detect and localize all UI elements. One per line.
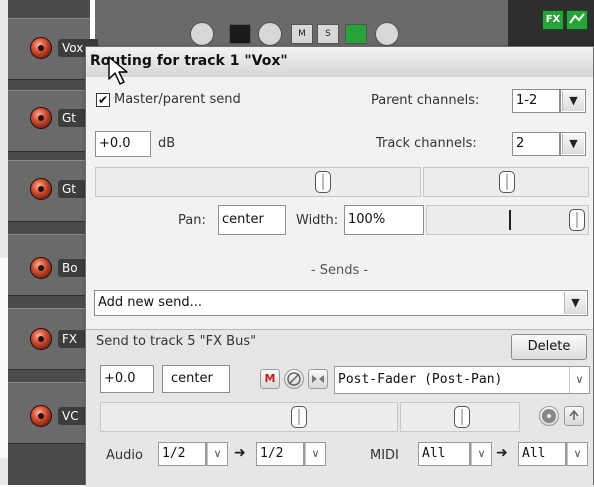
phase-icon[interactable] [284,369,304,389]
mono-icon[interactable] [308,369,328,389]
track-channels-label: Track channels: [376,136,477,151]
send-io-icon[interactable] [564,406,584,426]
delete-send-button[interactable]: Delete [511,334,587,360]
volume-input[interactable]: +0.0 [95,131,151,157]
add-new-send-label: Add new send... [98,295,202,310]
mute-button[interactable]: M [291,24,313,44]
send-mode-value: Post-Fader (Post-Pan) [338,372,503,387]
width-label: Width: [296,213,339,228]
pan-knob[interactable] [258,22,282,46]
arrow-right-icon: ➜ [234,445,246,461]
envelope-icon[interactable] [566,10,588,30]
volume-fader[interactable] [95,167,421,197]
track-row[interactable]: Vox [8,18,98,80]
chevron-down-icon: ∨ [569,367,589,393]
audio-dest-value: 1/2 [260,446,284,461]
chevron-down-icon: ∨ [471,443,491,465]
record-arm-icon[interactable] [30,178,52,200]
window-titlebar[interactable]: Routing for track 1 "Vox" [86,47,593,78]
master-send-label: Master/parent send [114,92,241,107]
width-fader-handle[interactable] [569,209,585,231]
send-volume-input[interactable]: +0.0 [100,365,154,393]
record-arm-icon[interactable] [30,257,52,279]
midi-dest-select[interactable]: All [518,442,566,466]
solo-button[interactable]: S [317,24,339,44]
arrow-right-icon: ➜ [496,445,508,461]
track-row[interactable]: VC [8,382,98,444]
volume-fader-handle[interactable] [315,171,331,193]
send-mode-select[interactable]: Post-Fader (Post-Pan) ∨ [334,366,590,394]
audio-dest-select[interactable]: 1/2 [256,442,304,466]
parent-channels-value: 1-2 [516,93,538,108]
pan-label: Pan: [178,213,206,228]
volume-knob[interactable] [190,22,214,46]
midi-label: MIDI [370,448,399,463]
chevron-down-icon: ∨ [207,443,227,465]
record-arm-icon[interactable] [30,37,52,59]
audio-dest-dropdown[interactable]: ∨ [304,442,326,466]
send-title: Send to track 5 "FX Bus" [96,334,257,349]
chevron-down-icon: ▼ [562,91,584,111]
audio-source-select[interactable]: 1/2 [158,442,206,466]
volume-unit: dB [158,136,176,151]
send-panel: Send to track 5 "FX Bus" Delete +0.0 cen… [86,329,593,487]
parent-channels-select[interactable]: 1-2 [512,89,560,113]
audio-source-dropdown[interactable]: ∨ [206,442,228,466]
width-center-marker [509,210,511,230]
pan-fader-handle[interactable] [499,171,515,193]
sends-separator: - Sends - [310,263,369,278]
audio-label: Audio [106,448,143,463]
send-volume-fader[interactable] [100,402,398,432]
add-new-send-dropdown[interactable]: Add new send... ▼ [94,290,588,316]
width-fader[interactable] [426,205,589,235]
send-mute-button[interactable]: M [260,369,280,389]
record-arm-icon[interactable] [30,328,52,350]
fx-icon[interactable]: FX [542,10,564,30]
parent-channels-dropdown[interactable]: ▼ [560,89,586,113]
record-arm-icon[interactable] [30,405,52,427]
record-arm-icon[interactable] [30,107,52,129]
track-channels-value: 2 [516,136,525,151]
chevron-down-icon: ▼ [564,292,586,314]
master-send-checkbox[interactable]: ✔ [96,93,110,107]
pan-input[interactable]: center [218,205,286,235]
midi-source-dropdown[interactable]: ∨ [470,442,492,466]
track-row[interactable]: Gt [8,160,98,222]
send-pan-input[interactable]: center [162,365,230,393]
track-channels-dropdown[interactable]: ▼ [560,132,586,156]
meter-icon [229,24,251,44]
send-pan-fader-handle[interactable] [454,406,470,428]
midi-source-select[interactable]: All [418,442,470,466]
fx-button[interactable] [345,24,367,44]
phase-icon[interactable] [375,22,399,46]
track-row[interactable]: FX [8,308,98,370]
parent-channels-label: Parent channels: [371,93,480,108]
routing-window: Routing for track 1 "Vox" ✔ Master/paren… [85,46,594,487]
send-envelope-icon[interactable] [539,406,559,426]
track-row[interactable]: Gt [8,90,98,152]
audio-source-value: 1/2 [162,446,186,461]
midi-dest-dropdown[interactable]: ∨ [566,442,588,466]
track-channels-select[interactable]: 2 [512,132,560,156]
mouse-cursor-icon [108,56,128,85]
send-pan-fader[interactable] [400,402,520,432]
chevron-down-icon: ▼ [562,134,584,154]
send-volume-fader-handle[interactable] [291,406,307,428]
track-row[interactable]: Bo [8,234,98,296]
pan-fader[interactable] [423,167,589,197]
chevron-down-icon: ∨ [305,443,325,465]
midi-source-value: All [422,446,446,461]
midi-dest-value: All [522,446,546,461]
width-input[interactable]: 100% [344,205,424,235]
chevron-down-icon: ∨ [567,443,587,465]
track-header-icons: FX [542,10,588,30]
track-routing-section: ✔ Master/parent send Parent channels: 1-… [86,77,593,329]
